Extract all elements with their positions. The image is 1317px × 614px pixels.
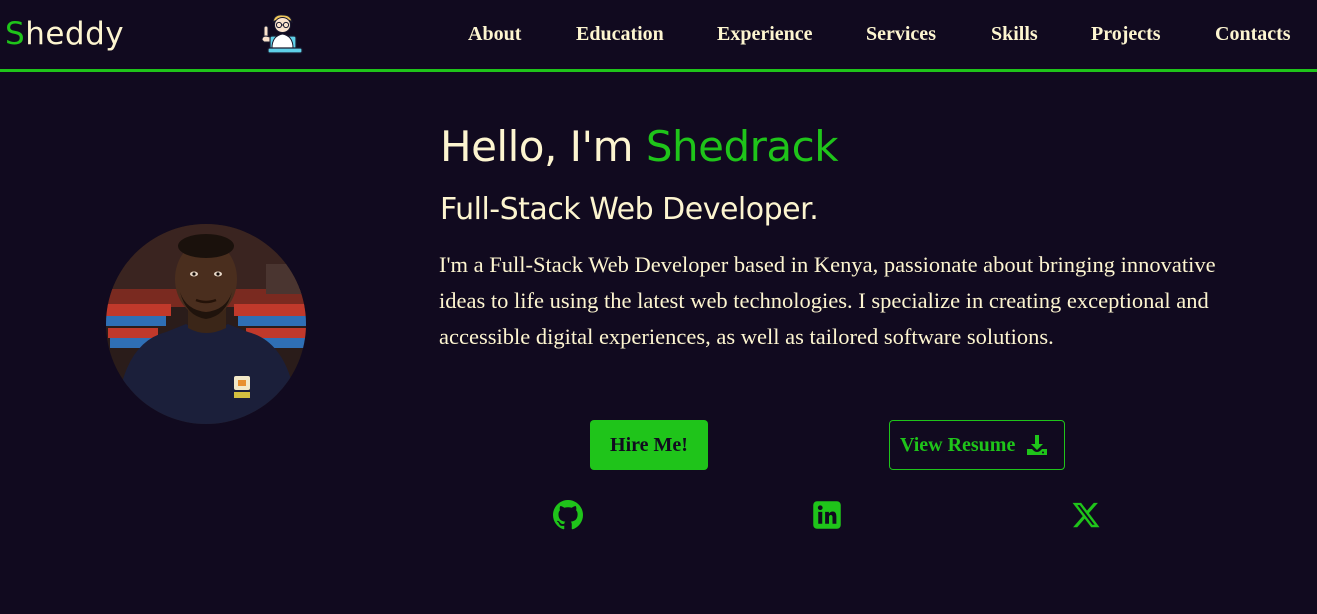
hero-name: Shedrack (645, 122, 839, 171)
x-twitter-icon (1072, 502, 1100, 528)
nav-links: About Education Experience Services Skil… (0, 20, 1317, 50)
view-resume-button[interactable]: View Resume (889, 420, 1065, 470)
view-resume-label: View Resume (900, 433, 1016, 456)
linkedin-icon (813, 501, 841, 529)
x-twitter-link[interactable] (1071, 500, 1101, 530)
nav-services[interactable]: Services (866, 20, 936, 48)
hero-subtitle: Full-Stack Web Developer. (440, 192, 819, 227)
profile-photo (106, 224, 306, 424)
navbar: Sheddy About Education Experience Servic… (0, 0, 1317, 72)
github-link[interactable] (553, 500, 583, 530)
nav-about[interactable]: About (468, 20, 521, 48)
hire-me-button[interactable]: Hire Me! (590, 420, 708, 470)
nav-skills[interactable]: Skills (991, 20, 1038, 48)
hero-greeting: Hello, I'm (440, 122, 646, 171)
nav-education[interactable]: Education (576, 20, 664, 48)
nav-contacts[interactable]: Contacts (1215, 20, 1291, 48)
nav-projects[interactable]: Projects (1091, 20, 1161, 48)
github-icon (553, 500, 583, 530)
hero-title: Hello, I'm Shedrack (440, 120, 839, 174)
hero-description: I'm a Full-Stack Web Developer based in … (439, 252, 1216, 349)
navbar-divider (0, 69, 1317, 72)
linkedin-link[interactable] (812, 500, 842, 530)
nav-experience[interactable]: Experience (717, 20, 813, 48)
download-icon (1027, 435, 1048, 455)
